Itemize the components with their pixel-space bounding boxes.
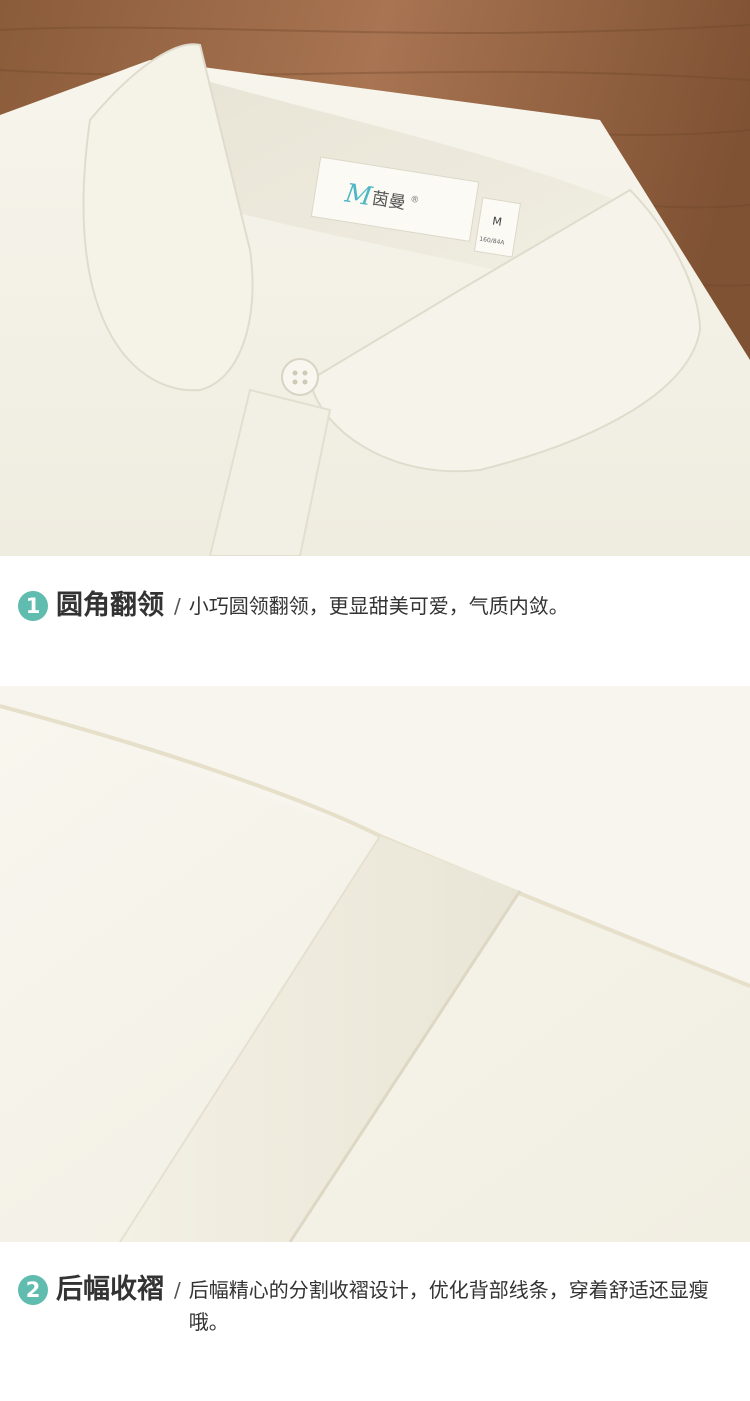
back-pleat-photo <box>0 686 750 1242</box>
size-tag: M 160/84A <box>473 197 522 258</box>
feature-back-pleat: 2 后幅收褶 / 后幅精心的分割收褶设计，优化背部线条，穿着舒适还显瘦哦。 <box>18 1272 738 1338</box>
feature-number-badge: 2 <box>18 1275 48 1305</box>
feature-title: 圆角翻领 <box>56 590 164 621</box>
collar-photo-drawing: M 茵曼 ® M 160/84A <box>0 0 750 556</box>
size-tag-letter: M <box>491 215 502 229</box>
feature-collar: 1 圆角翻领 / 小巧圆领翻领，更显甜美可爱，气质内敛。 <box>18 588 738 624</box>
feature-title: 后幅收褶 <box>56 1274 164 1305</box>
collar-button <box>281 358 319 396</box>
label-registered-mark: ® <box>409 195 419 206</box>
feature-separator: / <box>174 594 181 618</box>
back-pleat-drawing <box>0 686 750 1242</box>
feature-separator: / <box>174 1278 181 1302</box>
feature-description: 小巧圆领翻领，更显甜美可爱，气质内敛。 <box>188 594 569 618</box>
feature-number-badge: 1 <box>18 591 48 621</box>
collar-photo: M 茵曼 ® M 160/84A <box>0 0 750 556</box>
feature-description: 后幅精心的分割收褶设计，优化背部线条，穿着舒适还显瘦哦。 <box>188 1278 709 1334</box>
